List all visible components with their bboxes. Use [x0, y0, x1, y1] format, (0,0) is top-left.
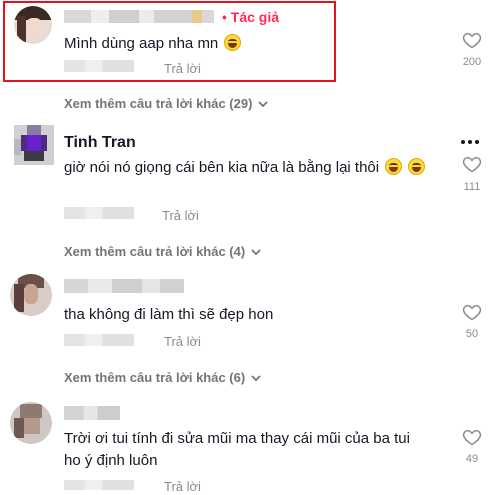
comment-text: Mình dùng aap nha mn: [64, 34, 242, 52]
avatar[interactable]: [10, 274, 52, 316]
avatar-face: [26, 18, 42, 36]
blurred-username: [64, 406, 120, 420]
chevron-down-icon: [251, 248, 261, 255]
blurred-timestamp: [64, 60, 134, 72]
comment-text-content: giờ nói nó giọng cái bên kia nữa là bằng…: [64, 159, 380, 176]
avatar-pixel: [14, 139, 21, 155]
reply-button[interactable]: Trả lời: [164, 479, 201, 494]
blurred-username: [64, 10, 214, 23]
reply-button[interactable]: Trả lời: [164, 334, 201, 349]
avatar[interactable]: [14, 6, 52, 44]
heart-outline-icon[interactable]: [462, 427, 482, 447]
avatar-face: [24, 284, 38, 304]
avatar[interactable]: [14, 125, 54, 165]
view-more-replies-label: Xem thêm câu trả lời khác (29): [64, 96, 253, 111]
avatar-hair-side: [14, 284, 24, 312]
view-more-replies-button[interactable]: Xem thêm câu trả lời khác (4): [64, 244, 262, 259]
blurred-timestamp: [64, 480, 134, 490]
blurred-timestamp: [64, 207, 134, 219]
avatar-pixel: [27, 135, 41, 151]
avatar-pixel: [20, 404, 42, 418]
blurred-username: [64, 279, 184, 293]
laughing-emoji-icon: [224, 34, 242, 51]
chevron-down-icon: [251, 374, 261, 381]
blurred-timestamp: [64, 334, 134, 346]
laughing-emoji-icon: [408, 158, 426, 175]
comment-text-content: Mình dùng aap nha mn: [64, 35, 219, 52]
comment-text: tha không đi làm thì sẽ đẹp hon: [64, 306, 273, 323]
view-more-replies-label: Xem thêm câu trả lời khác (4): [64, 244, 246, 259]
author-badge-dot: •: [222, 9, 231, 25]
avatar-pixel: [27, 125, 41, 135]
comment-text: Trời ơi tui tính đi sửa mũi ma thay cái …: [64, 430, 410, 447]
view-more-replies-button[interactable]: Xem thêm câu trả lời khác (29): [64, 96, 269, 111]
heart-outline-icon[interactable]: [462, 154, 482, 174]
heart-outline-icon[interactable]: [462, 30, 482, 50]
author-badge-label: Tác giả: [230, 9, 280, 25]
heart-outline-icon[interactable]: [462, 302, 482, 322]
view-more-replies-label: Xem thêm câu trả lời khác (6): [64, 370, 246, 385]
avatar-pixel: [14, 418, 24, 438]
comment-text-content: ho ý định luôn: [64, 452, 158, 469]
avatar-hair-side: [17, 16, 26, 42]
like-count: 50: [465, 328, 479, 340]
chevron-down-icon: [258, 100, 269, 107]
comment-text-content: Trời ơi tui tính đi sửa mũi ma thay cái …: [64, 430, 410, 447]
like-count: 200: [462, 56, 482, 68]
avatar[interactable]: [10, 402, 52, 444]
like-count: 111: [463, 181, 481, 193]
reply-button[interactable]: Trả lời: [164, 61, 201, 76]
reply-button[interactable]: Trả lời: [162, 208, 199, 223]
laughing-emoji-icon: [385, 158, 403, 175]
avatar-pixel: [24, 418, 40, 434]
comment-text-continued: ho ý định luôn: [64, 452, 157, 469]
author-badge: • Tác giả: [222, 9, 279, 25]
comment-author[interactable]: Tinh Tran: [64, 134, 136, 152]
comment-text-content: tha không đi làm thì sẽ đẹp hon: [64, 306, 274, 323]
view-more-replies-button[interactable]: Xem thêm câu trả lời khác (6): [64, 370, 262, 385]
like-count: 49: [465, 453, 479, 465]
comment-text: giờ nói nó giọng cái bên kia nữa là bằng…: [64, 158, 426, 176]
more-options-icon[interactable]: [461, 140, 479, 144]
avatar-pixel: [24, 151, 44, 161]
